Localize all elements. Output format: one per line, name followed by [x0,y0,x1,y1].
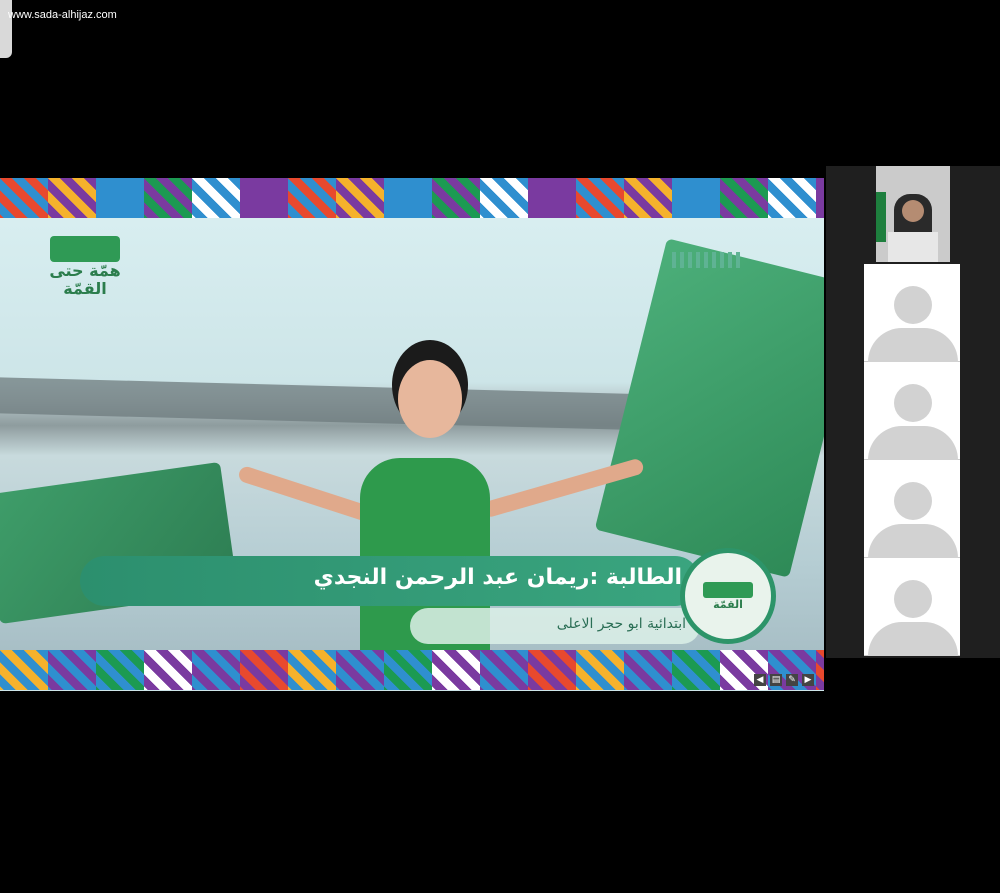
pen-icon[interactable]: ✎ [786,674,798,686]
avatar-placeholder-icon [894,286,932,324]
avatar-placeholder-icon [894,384,932,422]
site-watermark: www.sada-alhijaz.com [8,9,117,21]
pattern-tile [624,650,672,690]
pattern-tile [720,178,768,218]
pattern-tile [288,650,336,690]
ministry-logo-mark [672,252,742,268]
ministry-logo [672,252,742,272]
campaign-logo: همّة حتى القمّة [40,236,130,314]
pattern-tile [480,650,528,690]
next-slide-icon[interactable]: ▶ [802,674,814,686]
caption-main-bar: الطالبة :ريمان عبد الرحمن النجدي [80,556,700,606]
pattern-tile [384,178,432,218]
pattern-tile [288,178,336,218]
pattern-tile [816,178,824,218]
crest-icon [50,236,120,262]
pattern-tile [768,178,816,218]
caption-badge: القمّة [680,548,776,644]
pattern-tile [48,178,96,218]
campaign-logo-text: همّة حتى القمّة [49,261,121,298]
pattern-tile [576,178,624,218]
name-caption: الطالبة :ريمان عبد الرحمن النجدي ابتدائي… [80,548,780,650]
avatar-placeholder-icon [894,580,932,618]
saudi-flag-icon [876,192,886,242]
pattern-tile [0,650,48,690]
slide-menu-icon[interactable]: ▤ [770,674,782,686]
caption-sub-bar: ابتدائية ابو حجر الاعلى [410,608,700,644]
student-name: الطالبة :ريمان عبد الرحمن النجدي [313,565,682,590]
badge-text: القمّة [713,597,743,611]
pattern-tile [432,650,480,690]
avatar-placeholder-body [868,524,958,558]
participant-tile[interactable] [864,264,960,362]
pattern-tile [0,178,48,218]
student-arm-left [236,464,376,524]
pattern-tile [432,178,480,218]
shore-line [0,377,660,431]
pattern-tile [528,178,576,218]
pattern-tile [528,650,576,690]
pattern-tile [192,650,240,690]
pattern-tile [576,650,624,690]
pattern-tile [672,178,720,218]
school-name: ابتدائية ابو حجر الاعلى [556,616,686,632]
pattern-tile [240,178,288,218]
pattern-tile [144,178,192,218]
pattern-tile [336,650,384,690]
video-scene: همّة حتى القمّة الطالبة :ريمان عبد الرحم… [0,218,824,650]
student-head [398,360,462,438]
pattern-tile [384,650,432,690]
pattern-tile [192,178,240,218]
pattern-tile [96,178,144,218]
pattern-tile [144,650,192,690]
speaker-face [902,200,924,222]
pattern-tile [672,650,720,690]
badge-crest-icon [703,581,753,598]
pattern-tile [96,650,144,690]
flag-right-image [594,238,824,578]
participant-tile[interactable] [864,362,960,460]
participant-tile[interactable] [864,460,960,558]
speaker-scarf [888,232,938,262]
pattern-tile [240,650,288,690]
pattern-border-bottom [0,650,824,690]
avatar-placeholder-body [868,622,958,656]
prev-slide-icon[interactable]: ◀ [754,674,766,686]
pattern-tile [624,178,672,218]
pattern-tile [480,178,528,218]
slide-nav-controls: ◀ ▤ ✎ ▶ [754,674,822,690]
participant-tile[interactable] [864,558,960,656]
pattern-tile [336,178,384,218]
participant-tiles [864,264,960,658]
speaker-video[interactable] [876,166,950,262]
avatar-placeholder-icon [894,482,932,520]
avatar-placeholder-body [868,328,958,362]
pattern-tile [48,650,96,690]
avatar-placeholder-body [868,426,958,460]
pattern-border-top [0,178,824,218]
presentation-slide: همّة حتى القمّة الطالبة :ريمان عبد الرحم… [0,178,824,691]
